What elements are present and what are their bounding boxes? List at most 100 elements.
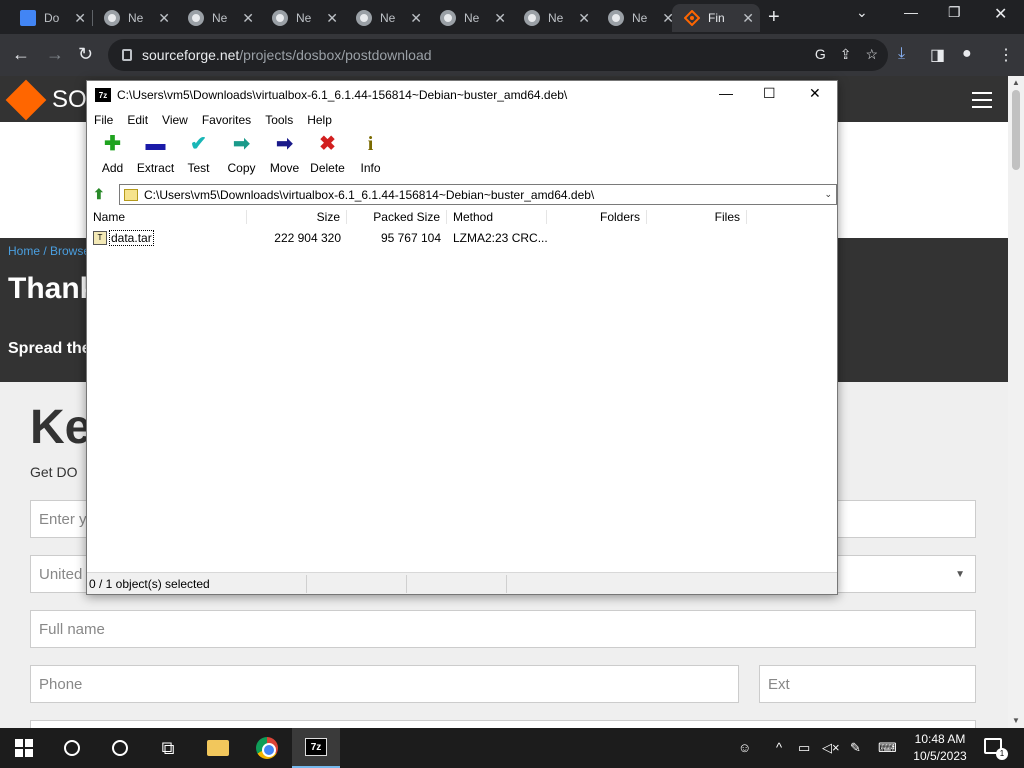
scrollbar-thumb[interactable] [1012,90,1020,170]
check-icon: ✔ [190,133,207,155]
extract-button[interactable]: ▬ Extract [134,133,177,179]
restore-icon[interactable]: ❐ [948,4,961,21]
browser-tab-4[interactable]: Ne ✕ [260,4,344,32]
close-icon[interactable]: ✕ [494,10,506,27]
minimize-icon[interactable]: — [904,4,918,20]
minimize-icon[interactable]: — [719,85,733,101]
scroll-up-icon[interactable]: ▲ [1012,78,1020,87]
sevenzip-taskbar-button[interactable]: 7z [292,728,340,768]
column-method[interactable]: Method [447,210,547,224]
table-row[interactable]: T data.tar 222 904 320 95 767 104 LZMA2:… [87,227,837,249]
delete-button[interactable]: ✖ Delete [306,133,349,179]
browser-tab-strip: Do ✕ Ne ✕ Ne ✕ Ne ✕ Ne ✕ Ne ✕ Ne ✕ Ne ✕ … [0,0,1024,34]
extract-label: Extract [136,161,175,175]
column-packed-size[interactable]: Packed Size [347,210,447,224]
tab-title: Ne [128,11,144,25]
info-button[interactable]: i Info [349,133,392,179]
browser-tab-3[interactable]: Ne ✕ [176,4,260,32]
sevenzip-titlebar[interactable]: 7z C:\Users\vm5\Downloads\virtualbox-6.1… [87,81,837,109]
browser-tab-2[interactable]: Ne ✕ [92,4,176,32]
browser-tab-active[interactable]: Fin ✕ [672,4,760,32]
menu-edit[interactable]: Edit [127,113,148,127]
file-name[interactable]: data.tar [109,230,154,246]
keyboard-icon[interactable]: ⌨ [878,740,897,756]
menu-dots-icon[interactable]: ⋮ [998,45,1014,65]
close-icon[interactable]: ✕ [326,10,338,27]
side-panel-icon[interactable]: ◨ [930,45,945,65]
browser-tab-1[interactable]: Do ✕ [8,4,92,32]
pen-icon[interactable]: ✎ [850,740,861,756]
column-size[interactable]: Size [247,210,347,224]
network-icon[interactable]: ▭ [798,740,810,756]
tar-file-icon: T [93,231,107,245]
menu-view[interactable]: View [162,113,188,127]
address-bar[interactable]: sourceforge.net/projects/dosbox/postdown… [108,39,888,71]
scroll-down-icon[interactable]: ▼ [1012,716,1020,725]
chevron-down-icon[interactable]: ⌄ [824,189,832,200]
site-logo-text[interactable]: SO [52,86,87,114]
browser-tab-8[interactable]: Ne ✕ [596,4,680,32]
close-icon[interactable]: ✕ [809,85,821,102]
hamburger-menu-icon[interactable] [972,92,992,108]
close-icon[interactable]: ✕ [158,10,170,27]
people-icon[interactable]: ☺ [738,740,751,755]
sourceforge-logo-icon[interactable] [5,79,47,121]
browser-tab-5[interactable]: Ne ✕ [344,4,428,32]
forward-icon[interactable]: → [46,44,64,65]
tab-title: Do [44,11,60,25]
search-button[interactable] [48,728,96,768]
menu-file[interactable]: File [94,113,113,127]
google-icon[interactable]: G [815,46,826,63]
tab-title: Ne [548,11,564,25]
chrome-taskbar-button[interactable] [243,728,291,768]
next-field[interactable] [30,720,976,728]
column-folders[interactable]: Folders [547,210,647,224]
clock[interactable]: 10:48 AM 10/5/2023 [908,731,972,765]
move-button[interactable]: ➡ Move [263,133,306,179]
page-scrollbar[interactable]: ▲ ▼ [1008,76,1024,728]
chevron-up-icon[interactable]: ^ [776,740,782,755]
column-name[interactable]: Name [87,210,247,224]
file-explorer-button[interactable] [194,728,242,768]
new-tab-button[interactable]: + [768,6,780,29]
phone-placeholder: Phone [39,675,83,693]
page-title: Thank [8,272,97,305]
reload-icon[interactable]: ↻ [78,44,93,65]
tab-search-icon[interactable]: ⌄ [856,4,868,21]
maximize-icon[interactable]: ☐ [763,85,776,102]
menu-favorites[interactable]: Favorites [202,113,251,127]
download-icon[interactable]: ⤓ [898,45,905,63]
close-window-icon[interactable]: ✕ [994,4,1007,24]
folder-up-icon[interactable]: ⬆ [93,186,107,202]
close-icon[interactable]: ✕ [242,10,254,27]
close-icon[interactable]: ✕ [578,10,590,27]
menu-tools[interactable]: Tools [265,113,293,127]
copy-button[interactable]: ➡ Copy [220,133,263,179]
test-button[interactable]: ✔ Test [177,133,220,179]
back-icon[interactable]: ← [12,44,30,65]
task-view-button[interactable]: ⧉ [144,728,192,768]
share-icon[interactable]: ⇪ [840,46,852,63]
file-size: 222 904 320 [274,231,341,245]
address-row: ⬆ C:\Users\vm5\Downloads\virtualbox-6.1_… [87,183,837,205]
ext-field[interactable]: Ext [759,665,976,703]
fullname-field[interactable]: Full name [30,610,976,648]
menu-help[interactable]: Help [307,113,332,127]
close-icon[interactable]: ✕ [74,10,86,27]
plus-icon: ✚ [104,133,121,155]
start-button[interactable] [0,728,48,768]
bookmark-star-icon[interactable]: ☆ [865,46,878,63]
close-icon[interactable]: ✕ [410,10,422,27]
path-combobox[interactable]: C:\Users\vm5\Downloads\virtualbox-6.1_6.… [119,184,837,205]
profile-icon[interactable]: ● [962,45,972,63]
chrome-icon [272,10,288,26]
column-files[interactable]: Files [647,210,747,224]
add-button[interactable]: ✚ Add [91,133,134,179]
volume-muted-icon[interactable]: ◁× [822,740,840,756]
phone-field[interactable]: Phone [30,665,739,703]
breadcrumb[interactable]: Home / Browse [8,244,90,258]
browser-tab-6[interactable]: Ne ✕ [428,4,512,32]
browser-tab-7[interactable]: Ne ✕ [512,4,596,32]
close-icon[interactable]: ✕ [742,10,754,27]
cortana-button[interactable] [96,728,144,768]
